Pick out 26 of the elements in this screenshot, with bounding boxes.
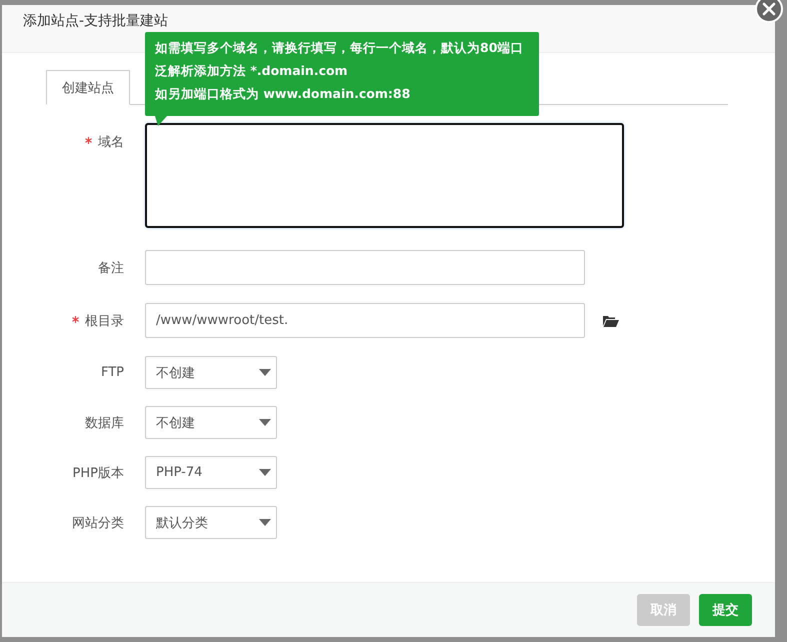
field-label: FTP (100, 365, 124, 380)
caret-icon (259, 369, 271, 376)
field-label: 网站分类 (72, 516, 124, 530)
field-label: 根目录 (85, 314, 124, 328)
tooltip-text: 如需填写多个域名，请换行填写，每行一个域名，默认为80端口 (155, 39, 524, 56)
close-icon (762, 2, 776, 16)
caret-icon (259, 419, 271, 426)
tooltip-text: 如另加端口格式为 www.domain.com:88 (155, 85, 412, 102)
select-dropdown[interactable]: PHP-74 (145, 456, 277, 489)
caret-icon (259, 469, 271, 476)
input-field[interactable]: /www/wwwroot/test. (145, 303, 585, 338)
field-label: 备注 (98, 260, 124, 276)
tab[interactable]: 创建站点 (46, 70, 130, 105)
field-label: PHP版本 (72, 466, 124, 480)
tooltip-text: 泛解析添加方法 *.domain.com (155, 62, 349, 79)
folder-icon[interactable] (603, 314, 619, 326)
domain-textarea[interactable] (145, 123, 624, 228)
field-label: 数据库 (85, 416, 124, 430)
select-dropdown[interactable]: 不创建 (145, 406, 277, 439)
select-dropdown[interactable]: 默认分类 (145, 506, 277, 539)
dialog-title: 添加站点-支持批量建站 (23, 12, 168, 30)
close-button[interactable] (755, 0, 783, 23)
select-dropdown[interactable]: 不创建 (145, 356, 277, 389)
caret-icon (259, 519, 271, 526)
input-field[interactable] (145, 250, 585, 285)
field-label: 域名 (98, 135, 124, 150)
